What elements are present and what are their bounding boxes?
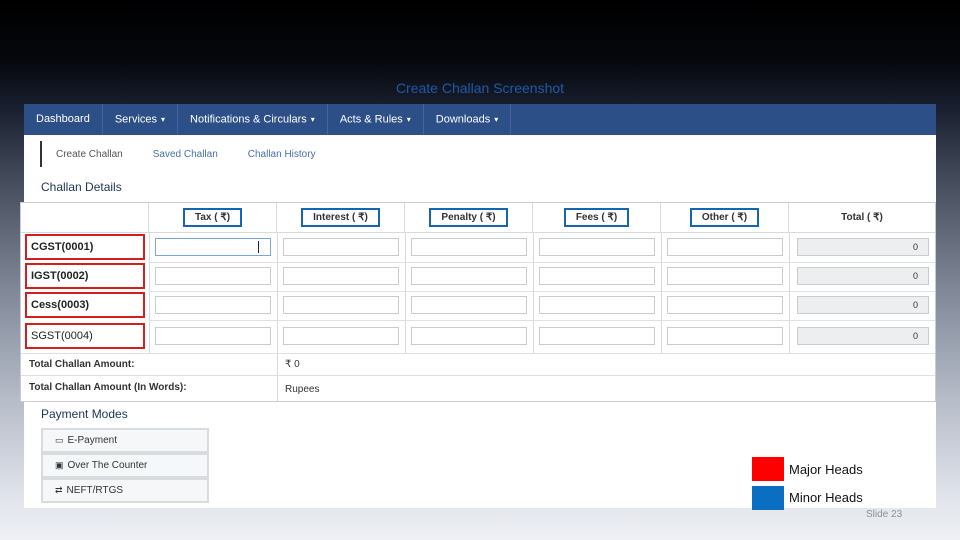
major-head-cess: Cess(0003) [25,292,145,318]
cgst-fees-input[interactable] [539,238,655,256]
cess-interest-input[interactable] [283,296,399,314]
legend-label-minor: Minor Heads [789,490,863,505]
cgst-other-input[interactable] [667,238,783,256]
column-divider [661,233,662,354]
column-divider [533,233,534,354]
col-head-empty [21,203,149,233]
card-icon: ▭ [55,435,64,445]
cash-icon: ▣ [55,460,64,470]
sgst-fees-input[interactable] [539,327,655,345]
total-words-value: Rupees [285,384,320,395]
row-divider [149,262,935,263]
chevron-down-icon: ▾ [406,115,411,124]
sgst-penalty-input[interactable] [411,327,527,345]
cess-other-input[interactable] [667,296,783,314]
row-divider [21,353,935,354]
igst-interest-input[interactable] [283,267,399,285]
total-amount-value: ₹ 0 [285,359,300,370]
nav-notifications[interactable]: Notifications & Circulars ▾ [178,104,328,135]
col-head-penalty: Penalty ( ₹) [405,203,533,233]
chevron-down-icon: ▾ [310,115,315,124]
col-head-interest: Interest ( ₹) [277,203,405,233]
payment-modes-heading: Payment Modes [41,407,128,421]
major-head-cgst: CGST(0001) [25,234,145,260]
bank-transfer-icon: ⇄ [55,485,63,495]
chevron-down-icon: ▾ [161,115,166,124]
nav-services[interactable]: Services ▾ [103,104,179,135]
major-head-igst: IGST(0002) [25,263,145,289]
payment-option-neft[interactable]: ⇄ NEFT/RTGS [41,478,209,503]
challan-table: Tax ( ₹) Interest ( ₹) Penalty ( ₹) Fees… [20,202,936,402]
payment-option-otc[interactable]: ▣ Over The Counter [41,453,209,478]
col-head-other: Other ( ₹) [661,203,789,233]
sgst-interest-input[interactable] [283,327,399,345]
tab-saved-challan[interactable]: Saved Challan [153,149,218,160]
cgst-tax-input[interactable] [155,238,271,256]
tab-create-challan[interactable]: Create Challan [56,149,123,160]
sgst-other-input[interactable] [667,327,783,345]
nav-downloads[interactable]: Downloads ▾ [424,104,512,135]
legend-label-major: Major Heads [789,462,863,477]
row-divider [21,375,935,376]
cess-penalty-input[interactable] [411,296,527,314]
igst-other-input[interactable] [667,267,783,285]
row-divider [149,291,935,292]
col-head-fees: Fees ( ₹) [533,203,661,233]
column-divider [789,233,790,354]
top-navbar: Dashboard Services ▾ Notifications & Circ… [24,104,936,135]
cess-fees-input[interactable] [539,296,655,314]
column-divider [405,233,406,354]
nav-dashboard[interactable]: Dashboard [24,104,103,135]
legend-swatch-major [752,457,784,481]
chevron-down-icon: ▾ [494,115,499,124]
cgst-interest-input[interactable] [283,238,399,256]
legend-swatch-minor [752,486,784,510]
nav-acts-rules[interactable]: Acts & Rules ▾ [328,104,424,135]
cgst-total-field: 0 [797,238,929,256]
text-cursor [258,241,259,253]
sgst-total-field: 0 [797,327,929,345]
total-amount-label: Total Challan Amount: [29,359,135,370]
cess-tax-input[interactable] [155,296,271,314]
igst-total-field: 0 [797,267,929,285]
col-head-tax: Tax ( ₹) [149,203,277,233]
tab-challan-history[interactable]: Challan History [248,149,316,160]
total-words-label: Total Challan Amount (In Words): [29,382,187,393]
major-head-sgst: SGST(0004) [25,323,145,349]
cess-total-field: 0 [797,296,929,314]
igst-tax-input[interactable] [155,267,271,285]
slide-title: Create Challan Screenshot [395,80,565,96]
igst-fees-input[interactable] [539,267,655,285]
sgst-tax-input[interactable] [155,327,271,345]
challan-details-heading: Challan Details [41,180,122,194]
challan-subtabs: Create Challan Saved Challan Challan His… [40,141,332,167]
row-divider [149,320,935,321]
igst-penalty-input[interactable] [411,267,527,285]
payment-option-epayment[interactable]: ▭ E-Payment [41,428,209,453]
slide-number: Slide 23 [866,509,903,520]
cgst-penalty-input[interactable] [411,238,527,256]
column-divider [149,233,150,354]
col-head-total: Total ( ₹) [789,203,935,233]
